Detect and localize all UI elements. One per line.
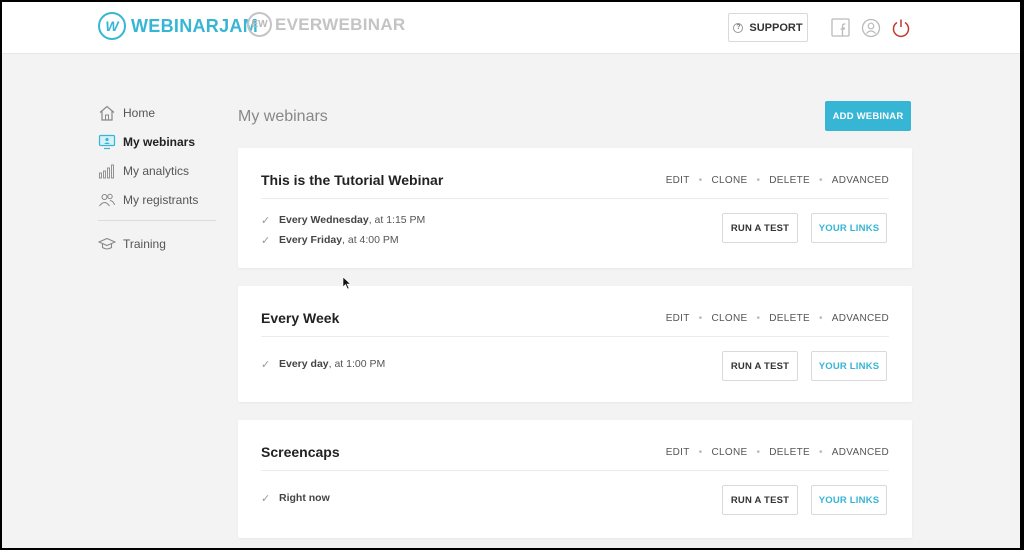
your-links-button[interactable]: YOUR LINKS <box>811 351 887 381</box>
run-test-button[interactable]: RUN A TEST <box>722 485 798 515</box>
clone-link[interactable]: CLONE <box>711 175 747 186</box>
schedule-day: Every day <box>279 358 329 370</box>
bar-chart-icon <box>98 162 116 180</box>
schedule-list: ✓ Right now <box>261 488 330 508</box>
your-links-button[interactable]: YOUR LINKS <box>811 213 887 243</box>
everwebinar-logo-text: EVERWEBINAR <box>275 14 406 34</box>
app-frame: W WEBINARJAM EW EVERWEBINAR ? SUPPORT Ho… <box>2 2 1020 548</box>
check-icon: ✓ <box>261 492 271 505</box>
clone-link[interactable]: CLONE <box>711 447 747 458</box>
action-separator: • <box>818 447 823 458</box>
delete-link[interactable]: DELETE <box>769 313 810 324</box>
check-icon: ✓ <box>261 358 271 371</box>
action-separator: • <box>698 447 703 458</box>
action-separator: • <box>698 313 703 324</box>
monitor-icon <box>98 133 116 151</box>
webinar-card: Screencaps EDIT • CLONE • DELETE • ADVAN… <box>238 420 912 538</box>
schedule-list: ✓ Every day , at 1:00 PM <box>261 354 385 374</box>
sidebar-item-label: Home <box>123 105 156 120</box>
sidebar-divider <box>98 220 216 221</box>
schedule-item: ✓ Right now <box>261 488 330 508</box>
webinarjam-logo[interactable]: W WEBINARJAM <box>98 12 258 40</box>
webinar-card: Every Week EDIT • CLONE • DELETE • ADVAN… <box>238 286 912 402</box>
sidebar-item-my-webinars[interactable]: My webinars <box>98 127 216 156</box>
webinar-title: Every Week <box>261 310 340 326</box>
sidebar-item-label: My analytics <box>123 163 190 178</box>
run-test-button[interactable]: RUN A TEST <box>722 351 798 381</box>
action-separator: • <box>818 313 823 324</box>
schedule-day: Every Wednesday <box>279 214 369 226</box>
webinar-actions: EDIT • CLONE • DELETE • ADVANCED <box>666 447 889 458</box>
webinar-title: Screencaps <box>261 444 340 460</box>
webinarjam-logo-icon: W <box>98 12 126 40</box>
sidebar: Home My webinars My analytics My registr… <box>98 98 216 258</box>
support-label: SUPPORT <box>749 21 803 34</box>
sidebar-item-home[interactable]: Home <box>98 98 216 127</box>
edit-link[interactable]: EDIT <box>666 447 690 458</box>
users-icon <box>98 191 116 209</box>
question-icon: ? <box>733 22 744 33</box>
run-test-button[interactable]: RUN A TEST <box>722 213 798 243</box>
schedule-day: Every Friday <box>279 234 343 246</box>
sidebar-item-my-analytics[interactable]: My analytics <box>98 156 216 185</box>
support-button[interactable]: ? SUPPORT <box>728 13 808 42</box>
webinar-card: This is the Tutorial Webinar EDIT • CLON… <box>238 148 912 268</box>
advanced-link[interactable]: ADVANCED <box>832 175 889 186</box>
edit-link[interactable]: EDIT <box>666 175 690 186</box>
schedule-item: ✓ Every Friday , at 4:00 PM <box>261 230 425 250</box>
check-icon: ✓ <box>261 214 271 227</box>
action-separator: • <box>756 447 761 458</box>
delete-link[interactable]: DELETE <box>769 175 810 186</box>
sidebar-item-training[interactable]: Training <box>98 229 216 258</box>
advanced-link[interactable]: ADVANCED <box>832 447 889 458</box>
your-links-button[interactable]: YOUR LINKS <box>811 485 887 515</box>
advanced-link[interactable]: ADVANCED <box>832 313 889 324</box>
sidebar-item-label: Training <box>123 236 166 251</box>
card-divider <box>261 336 889 337</box>
action-separator: • <box>698 175 703 186</box>
webinar-actions: EDIT • CLONE • DELETE • ADVANCED <box>666 313 889 324</box>
card-divider <box>261 470 889 471</box>
sidebar-item-label: My registrants <box>123 192 199 207</box>
user-icon[interactable] <box>860 17 882 39</box>
sidebar-item-my-registrants[interactable]: My registrants <box>98 185 216 214</box>
schedule-item: ✓ Every Wednesday , at 1:15 PM <box>261 210 425 230</box>
schedule-item: ✓ Every day , at 1:00 PM <box>261 354 385 374</box>
sidebar-item-label: My webinars <box>123 134 196 149</box>
delete-link[interactable]: DELETE <box>769 447 810 458</box>
action-separator: • <box>756 313 761 324</box>
home-icon <box>98 104 116 122</box>
webinar-actions: EDIT • CLONE • DELETE • ADVANCED <box>666 175 889 186</box>
page-title: My webinars <box>238 108 328 125</box>
graduation-cap-icon <box>98 235 116 253</box>
add-webinar-button[interactable]: ADD WEBINAR <box>825 101 911 131</box>
schedule-time: , at 1:15 PM <box>368 214 426 226</box>
edit-link[interactable]: EDIT <box>666 313 690 324</box>
top-bar: W WEBINARJAM EW EVERWEBINAR ? SUPPORT <box>2 2 1020 54</box>
action-separator: • <box>818 175 823 186</box>
action-separator: • <box>756 175 761 186</box>
schedule-time: , at 1:00 PM <box>328 358 386 370</box>
clone-link[interactable]: CLONE <box>711 313 747 324</box>
webinar-title: This is the Tutorial Webinar <box>261 172 444 188</box>
schedule-list: ✓ Every Wednesday , at 1:15 PM ✓ Every F… <box>261 210 425 250</box>
everwebinar-logo-icon: EW <box>247 12 272 37</box>
mouse-cursor-icon <box>342 276 352 290</box>
webinarjam-logo-text: WEBINARJAM <box>131 15 258 36</box>
schedule-day: Right now <box>279 492 330 504</box>
power-icon[interactable] <box>890 17 912 39</box>
facebook-icon[interactable] <box>830 17 852 39</box>
card-divider <box>261 198 889 199</box>
check-icon: ✓ <box>261 234 271 247</box>
everwebinar-logo[interactable]: EW EVERWEBINAR <box>247 12 406 37</box>
schedule-time: , at 4:00 PM <box>342 234 399 246</box>
